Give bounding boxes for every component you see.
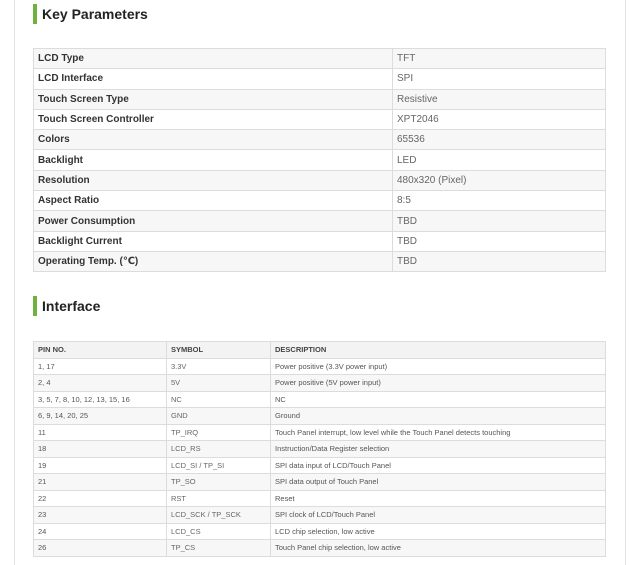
parameter-value: TBD <box>392 230 606 252</box>
interface-header-row: PIN NO. SYMBOL DESCRIPTION <box>33 341 606 359</box>
pin-symbol: TP_IRQ <box>166 423 271 441</box>
pin-number: 6, 9, 14, 20, 25 <box>33 407 167 425</box>
pin-number: 21 <box>33 473 167 491</box>
parameter-value: TBD <box>392 250 606 273</box>
pin-symbol: 5V <box>166 374 271 392</box>
pin-symbol: LCD_RS <box>166 440 271 458</box>
pin-number: 22 <box>33 489 167 507</box>
interface-table: PIN NO. SYMBOL DESCRIPTION 1, 17 3.3V Powe… <box>33 341 606 557</box>
parameter-row: Touch Screen Type Resistive <box>33 88 606 110</box>
key-parameters-heading: Key Parameters <box>33 4 148 24</box>
parameter-row: LCD Type TFT <box>33 47 606 70</box>
parameter-value: 8:5 <box>392 190 606 212</box>
parameter-name: LCD Interface <box>33 68 393 90</box>
pin-symbol: NC <box>166 390 271 408</box>
parameter-name: LCD Type <box>33 47 393 70</box>
pin-symbol: TP_CS <box>166 539 271 557</box>
pin-number: 2, 4 <box>33 374 167 392</box>
parameter-row: Backlight LED <box>33 149 606 171</box>
parameter-value: 480x320 (Pixel) <box>392 169 606 192</box>
parameter-value: SPI <box>392 68 606 90</box>
heading-accent-bar <box>33 296 37 316</box>
interface-row: 18 LCD_RS Instruction/Data Register select… <box>33 440 606 458</box>
pin-description: LCD chip selection, low active <box>270 522 606 540</box>
interface-row: 11 TP_IRQ Touch Panel interrupt, low level… <box>33 423 606 441</box>
parameter-name: Backlight <box>33 149 393 171</box>
pin-description: Touch Panel interrupt, low level while t… <box>270 423 606 441</box>
parameter-row: Operating Temp. (℃) TBD <box>33 250 606 273</box>
interface-row: 22 RST Reset <box>33 489 606 507</box>
pin-number: 26 <box>33 539 167 557</box>
parameter-name: Backlight Current <box>33 230 393 252</box>
parameter-value: LED <box>392 149 606 171</box>
interface-heading: Interface <box>33 296 100 316</box>
interface-row: 26 TP_CS Touch Panel chip selection, low a… <box>33 539 606 557</box>
parameter-value: TBD <box>392 210 606 232</box>
pin-description: Power positive (5V power input) <box>270 374 606 392</box>
pin-symbol: LCD_SCK / TP_SCK <box>166 506 271 524</box>
interface-row: 24 LCD_CS LCD chip selection, low active <box>33 522 606 540</box>
pin-symbol: TP_SO <box>166 473 271 491</box>
parameter-name: Power Consumption <box>33 210 393 232</box>
pin-description: SPI data input of LCD/Touch Panel <box>270 456 606 474</box>
parameter-row: Backlight Current TBD <box>33 230 606 252</box>
parameter-row: Colors 65536 <box>33 129 606 151</box>
parameter-name: Operating Temp. (℃) <box>33 250 393 273</box>
parameter-value: Resistive <box>392 88 606 110</box>
pin-description: Reset <box>270 489 606 507</box>
parameter-value: TFT <box>392 47 606 70</box>
pin-number: 19 <box>33 456 167 474</box>
pin-number: 18 <box>33 440 167 458</box>
parameter-name: Resolution <box>33 169 393 192</box>
pin-description: NC <box>270 390 606 408</box>
pin-symbol: GND <box>166 407 271 425</box>
parameter-row: Resolution 480x320 (Pixel) <box>33 169 606 192</box>
pin-description: Instruction/Data Register selection <box>270 440 606 458</box>
pin-description: Power positive (3.3V power input) <box>270 357 606 375</box>
pin-description: Ground <box>270 407 606 425</box>
pin-number: 23 <box>33 506 167 524</box>
parameter-value: 65536 <box>392 129 606 151</box>
pin-description: SPI data output of Touch Panel <box>270 473 606 491</box>
pin-symbol: LCD_CS <box>166 522 271 540</box>
key-parameters-table: LCD Type TFT LCD Interface SPI Touch Screen … <box>33 47 606 273</box>
parameter-name: Colors <box>33 129 393 151</box>
pin-symbol: LCD_SI / TP_SI <box>166 456 271 474</box>
parameter-name: Touch Screen Type <box>33 88 393 110</box>
pin-number: 1, 17 <box>33 357 167 375</box>
parameter-row: Aspect Ratio 8:5 <box>33 190 606 212</box>
interface-row: 19 LCD_SI / TP_SI SPI data input of LCD/To… <box>33 456 606 474</box>
pin-symbol: RST <box>166 489 271 507</box>
key-parameters-title: Key Parameters <box>42 6 148 22</box>
parameter-name: Aspect Ratio <box>33 190 393 212</box>
interface-row: 2, 4 5V Power positive (5V power input) <box>33 374 606 392</box>
header-pin-no: PIN NO. <box>33 341 167 359</box>
interface-row: 1, 17 3.3V Power positive (3.3V power inpu… <box>33 357 606 375</box>
pin-symbol: 3.3V <box>166 357 271 375</box>
pin-description: Touch Panel chip selection, low active <box>270 539 606 557</box>
interface-row: 23 LCD_SCK / TP_SCK SPI clock of LCD/Touch… <box>33 506 606 524</box>
interface-title: Interface <box>42 298 101 314</box>
header-description: DESCRIPTION <box>270 341 606 359</box>
interface-row: 3, 5, 7, 8, 10, 12, 13, 15, 16 NC NC <box>33 390 606 408</box>
parameter-name: Touch Screen Controller <box>33 108 393 131</box>
pin-description: SPI clock of LCD/Touch Panel <box>270 506 606 524</box>
pin-number: 3, 5, 7, 8, 10, 12, 13, 15, 16 <box>33 390 167 408</box>
parameter-value: XPT2046 <box>392 108 606 131</box>
interface-row: 21 TP_SO SPI data output of Touch Panel <box>33 473 606 491</box>
interface-row: 6, 9, 14, 20, 25 GND Ground <box>33 407 606 425</box>
pin-number: 11 <box>33 423 167 441</box>
header-symbol: SYMBOL <box>166 341 271 359</box>
parameter-row: Touch Screen Controller XPT2046 <box>33 108 606 131</box>
parameter-row: Power Consumption TBD <box>33 210 606 232</box>
pin-number: 24 <box>33 522 167 540</box>
parameter-row: LCD Interface SPI <box>33 68 606 90</box>
heading-accent-bar <box>33 4 37 24</box>
